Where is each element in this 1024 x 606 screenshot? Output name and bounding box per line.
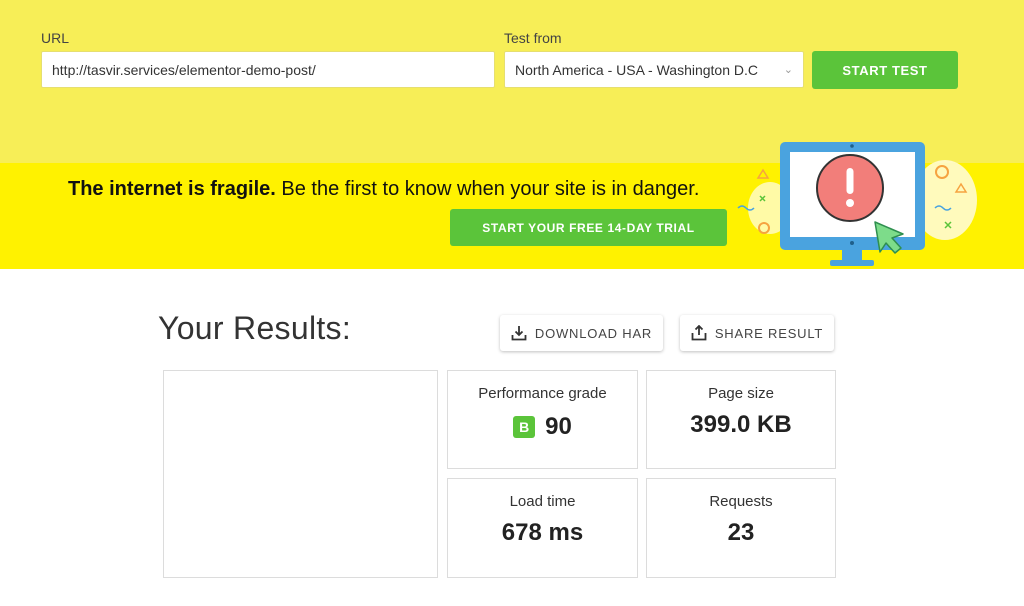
requests-card: Requests 23 [646,478,836,578]
banner-text: Be the first to know when your site is i… [275,178,700,200]
start-test-button[interactable]: START TEST [812,51,958,89]
performance-grade-card: Performance grade B 90 [447,370,638,469]
page-size-label: Page size [708,385,774,402]
share-result-label: SHARE RESULT [714,325,824,341]
performance-grade-value: 90 [545,413,572,440]
download-har-label: DOWNLOAD HAR [534,325,653,341]
page-size-card: Page size 399.0 KB [646,370,836,469]
load-time-label: Load time [509,493,576,510]
test-from-label: Test from [504,30,562,46]
banner-message: The internet is fragile. Be the first to… [68,178,699,201]
free-trial-button[interactable]: START YOUR FREE 14-DAY TRIAL [450,209,727,246]
share-icon [691,325,707,341]
test-location-value: North America - USA - Washington D.C [515,61,759,78]
requests-label: Requests [709,493,773,510]
screenshot-preview-box [163,370,438,578]
monitor-alert-illustration [737,142,977,266]
performance-grade-label: Performance grade [478,385,607,402]
performance-grade-row: B 90 [448,413,637,441]
results-title: Your Results: [158,310,352,346]
requests-value: 23 [727,519,755,546]
test-location-select[interactable]: North America - USA - Washington D.C ⌄ [504,51,804,88]
url-input[interactable] [41,51,495,88]
download-har-button[interactable]: DOWNLOAD HAR [500,315,663,351]
load-time-value: 678 ms [501,519,584,546]
grade-badge: B [513,416,536,438]
chevron-down-icon: ⌄ [783,64,793,76]
share-result-button[interactable]: SHARE RESULT [680,315,834,351]
load-time-card: Load time 678 ms [447,478,638,578]
download-icon [511,326,527,341]
page-size-value: 399.0 KB [690,411,792,438]
banner-bold-text: The internet is fragile. [68,178,276,200]
url-label: URL [41,30,70,46]
